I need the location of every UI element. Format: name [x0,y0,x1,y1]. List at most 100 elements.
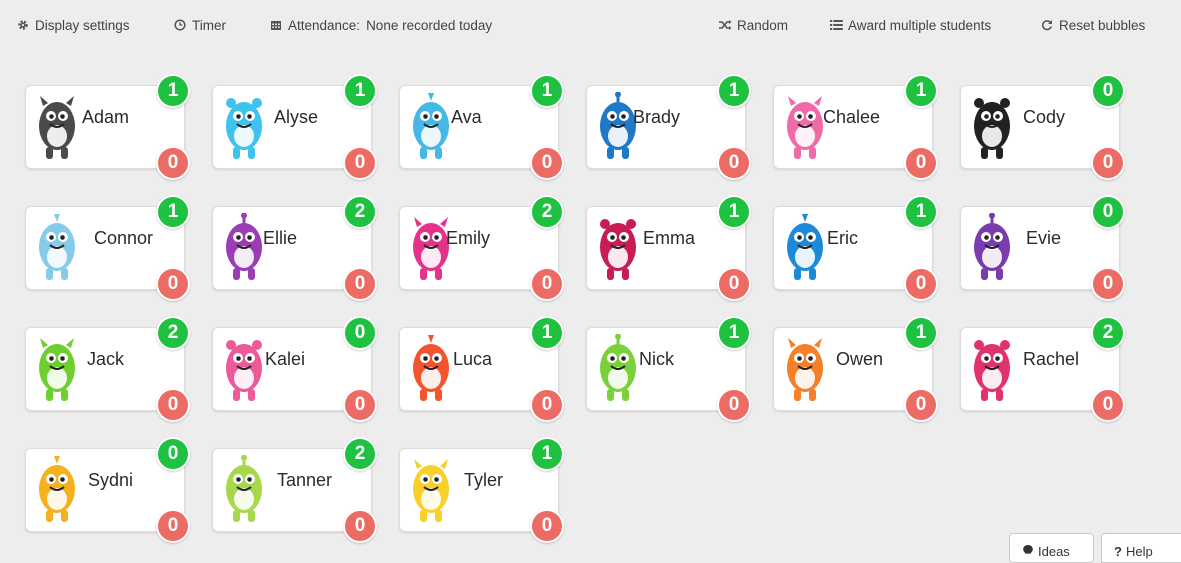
student-card-rachel[interactable]: Rachel 2 0 [960,316,1125,422]
student-name: Emily [446,228,490,248]
pink-cyclops-monster-icon [219,334,269,406]
student-name: Sydni [88,470,134,490]
negative-points-bubble: 0 [1091,388,1125,422]
positive-points-bubble: 1 [904,74,938,108]
purple-furry-monster-icon [967,213,1017,285]
blue-horned-monster-icon [780,213,830,285]
student-name: Tyler [464,470,504,490]
positive-points-bubble: 2 [156,316,190,350]
help-label: Help [1125,544,1153,559]
student-name: Nick [639,349,674,369]
ideas-label: Ideas [1038,544,1070,559]
student-card-cody[interactable]: Cody 0 0 [960,74,1125,180]
positive-points-bubble: 1 [156,195,190,229]
random-button[interactable]: Random [718,16,788,34]
green-antenna-monster-icon [593,334,643,406]
reset-bubbles-label: Reset bubbles [1059,17,1146,33]
yellow-black-bear-monster-icon [406,455,456,527]
student-card-tyler[interactable]: Tyler 1 0 [399,437,564,543]
positive-points-bubble: 0 [1091,74,1125,108]
student-card-emily[interactable]: Emily 2 0 [399,195,564,301]
yellow-octopus-monster-icon [32,455,82,527]
negative-points-bubble: 0 [904,267,938,301]
student-card-evie[interactable]: Evie 0 0 [960,195,1125,301]
student-card-connor[interactable]: Connor 1 0 [25,195,190,301]
student-name: Tanner [277,470,333,490]
negative-points-bubble: 0 [530,509,564,543]
help-button[interactable]: ? Help [1101,533,1181,563]
student-name: Owen [836,349,884,369]
positive-points-bubble: 1 [717,74,751,108]
lightbulb-icon [1022,544,1034,558]
many-eyed-monster-icon [32,213,82,285]
lime-spotted-monster-icon [219,455,269,527]
student-name: Luca [453,349,493,369]
shuffle-icon [718,18,732,32]
student-card-chalee[interactable]: Chalee 1 0 [773,74,938,180]
student-card-tanner[interactable]: Tanner 2 0 [212,437,377,543]
timer-button[interactable]: Timer [173,16,226,34]
positive-points-bubble: 1 [530,437,564,471]
student-card-eric[interactable]: Eric 1 0 [773,195,938,301]
negative-points-bubble: 0 [904,146,938,180]
student-name: Alyse [274,107,319,127]
student-card-ava[interactable]: Ava 1 0 [399,74,564,180]
black-white-monster-icon [967,92,1017,164]
positive-points-bubble: 2 [343,437,377,471]
positive-points-bubble: 1 [530,316,564,350]
clock-icon [173,18,187,32]
student-card-alyse[interactable]: Alyse 1 0 [212,74,377,180]
positive-points-bubble: 2 [1091,316,1125,350]
negative-points-bubble: 0 [343,146,377,180]
student-card-kalei[interactable]: Kalei 0 0 [212,316,377,422]
positive-points-bubble: 1 [717,195,751,229]
student-card-emma[interactable]: Emma 1 0 [586,195,751,301]
award-multiple-button[interactable]: Award multiple students [829,16,991,34]
green-horned-monster-icon [32,334,82,406]
student-name: Eric [827,228,858,248]
calendar-icon [269,18,283,32]
student-name: Kalei [265,349,306,369]
negative-points-bubble: 0 [530,388,564,422]
negative-points-bubble: 0 [343,388,377,422]
attendance-value: None recorded today [366,17,493,33]
positive-points-bubble: 0 [343,316,377,350]
student-name: Jack [87,349,125,369]
positive-points-bubble: 0 [1091,195,1125,229]
student-card-luca[interactable]: Luca 1 0 [399,316,564,422]
question-icon: ? [1114,544,1122,559]
purple-cat-monster-icon [219,213,269,285]
student-name: Adam [82,107,130,127]
negative-points-bubble: 0 [156,388,190,422]
student-card-brady[interactable]: Brady 1 0 [586,74,751,180]
student-name: Rachel [1023,349,1080,369]
positive-points-bubble: 2 [343,195,377,229]
positive-points-bubble: 1 [343,74,377,108]
display-settings-button[interactable]: Display settings [16,16,130,34]
student-card-adam[interactable]: Adam 1 0 [25,74,190,180]
gray-monster-icon [32,92,82,164]
negative-points-bubble: 0 [343,267,377,301]
reset-bubbles-button[interactable]: Reset bubbles [1040,16,1145,34]
top-toolbar: Display settings Timer Attendance: None … [0,0,1181,50]
student-name: Cody [1023,107,1066,127]
student-name: Ellie [263,228,298,248]
student-name: Connor [94,228,154,248]
gear-icon [16,18,30,32]
refresh-icon [1040,18,1054,32]
light-blue-furry-monster-icon [219,92,269,164]
timer-label: Timer [192,17,226,33]
student-card-jack[interactable]: Jack 2 0 [25,316,190,422]
ideas-button[interactable]: Ideas [1009,533,1094,563]
award-multiple-label: Award multiple students [848,17,992,33]
student-card-owen[interactable]: Owen 1 0 [773,316,938,422]
list-icon [829,18,843,32]
student-card-sydni[interactable]: Sydni 0 0 [25,437,190,543]
display-settings-label: Display settings [35,17,130,33]
negative-points-bubble: 0 [1091,146,1125,180]
student-card-nick[interactable]: Nick 1 0 [586,316,751,422]
attendance-button[interactable]: Attendance: None recorded today [269,16,492,34]
negative-points-bubble: 0 [1091,267,1125,301]
negative-points-bubble: 0 [530,146,564,180]
student-card-ellie[interactable]: Ellie 2 0 [212,195,377,301]
